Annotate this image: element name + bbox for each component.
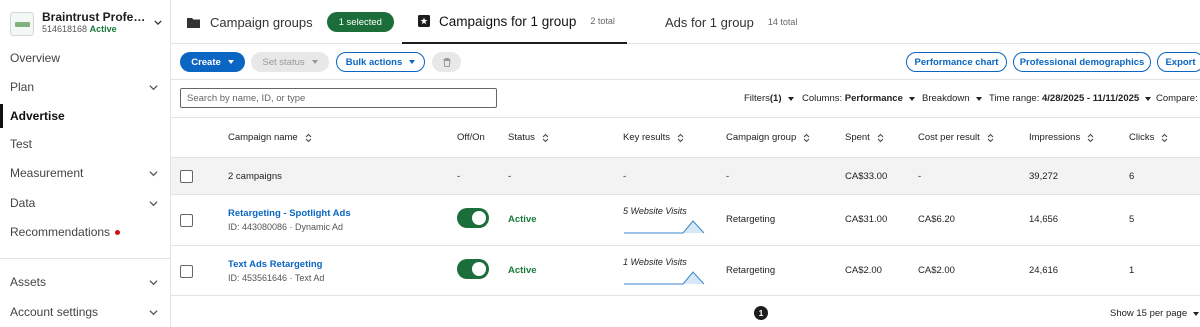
toolbar: Create Set status Bulk actions Performan… [171,44,1200,80]
row-checkbox[interactable] [180,214,193,227]
caret-down-icon [1145,96,1152,101]
status-badge: Active [508,265,537,276]
col-clicks[interactable]: Clicks [1129,132,1168,143]
notification-dot-icon [115,229,121,235]
nav-test[interactable]: Test [0,132,170,156]
key-results-text: 1 Website Visits [623,257,687,267]
table-header: Campaign name Off/On Status Key results … [171,117,1200,157]
sort-icon [877,133,884,142]
campaign-toggle[interactable] [457,259,489,279]
nav-recommendations[interactable]: Recommendations [0,220,170,244]
row-checkbox[interactable] [180,265,193,278]
nav-assets[interactable]: Assets [0,270,170,294]
nav-data[interactable]: Data [0,191,170,215]
tab-ads[interactable]: Ads for 1 group 14 total [665,0,797,44]
nav-overview[interactable]: Overview [0,46,170,70]
campaign-group-cell: Retargeting [726,214,776,225]
account-status: Active [89,24,117,34]
compare-dropdown[interactable]: Compare: [1156,93,1198,104]
summary-impressions: 39,272 [1029,171,1059,182]
summary-clicks: 6 [1129,171,1135,182]
sidebar: Braintrust Professi... 514618168 Active … [0,0,171,327]
tab-campaign-groups[interactable]: Campaign groups 1 selected [187,0,394,44]
create-button[interactable]: Create [180,52,245,72]
filter-row: Filters(1) Columns: Performance Breakdow… [171,80,1200,117]
nav-plan[interactable]: Plan [0,75,170,99]
caret-down-icon [227,60,234,64]
page-1-button[interactable]: 1 [754,306,768,320]
filters-dropdown[interactable]: Filters (1) [744,93,794,104]
trash-icon [443,57,450,67]
chevron-down-icon [149,280,158,286]
col-off-on: Off/On [457,132,485,143]
campaign-name-link[interactable]: Text Ads Retargeting [228,259,323,270]
account-logo [10,12,34,36]
summary-row: 2 campaigns - - - - CA$33.00 - 39,272 6 [171,157,1200,194]
set-status-button[interactable]: Set status [251,52,329,72]
chevron-down-icon [149,201,158,207]
nav-account-settings[interactable]: Account settings [0,300,170,324]
performance-chart-button[interactable]: Performance chart [906,52,1007,72]
select-all-checkbox[interactable] [180,170,193,183]
campaign-toggle[interactable] [457,208,489,228]
delete-button[interactable] [432,52,461,72]
status-badge: Active [508,214,537,225]
bulk-actions-button[interactable]: Bulk actions [336,52,425,72]
chevron-down-icon [149,310,158,316]
key-results-sparkline [624,271,705,285]
nav-advertise[interactable]: Advertise [0,104,170,128]
sidebar-divider [0,258,170,259]
nav-measurement[interactable]: Measurement [0,161,170,185]
export-button[interactable]: Export [1157,52,1200,72]
sort-icon [987,133,994,142]
account-switcher[interactable]: Braintrust Professi... 514618168 Active [10,10,162,40]
professional-demographics-button[interactable]: Professional demographics [1013,52,1151,72]
sort-icon [677,133,684,142]
caret-down-icon [311,60,318,64]
folder-icon [187,17,200,28]
col-cost-per-result[interactable]: Cost per result [918,132,994,143]
time-range-dropdown[interactable]: Time range: 4/28/2025 - 11/11/2025 [989,93,1152,104]
sort-icon [1161,133,1168,142]
key-results-text: 5 Website Visits [623,206,687,216]
summary-name: 2 campaigns [228,171,282,182]
caret-down-icon [787,96,794,101]
campaign-group-cell: Retargeting [726,265,776,276]
chevron-down-icon[interactable] [154,18,162,27]
table-row: Text Ads Retargeting ID: 453561646 · Tex… [171,245,1200,296]
campaign-meta: ID: 453561646 · Text Ad [228,273,325,283]
tab-campaigns[interactable]: Campaigns for 1 group 2 total [402,0,627,44]
breakdown-dropdown[interactable]: Breakdown [922,93,982,104]
table-row: Retargeting - Spotlight Ads ID: 44308008… [171,194,1200,245]
chevron-down-icon [149,85,158,91]
selected-count-badge[interactable]: 1 selected [326,12,394,32]
campaign-icon [418,15,430,27]
per-page-dropdown[interactable]: Show 15 per page [1110,308,1200,319]
sort-icon [305,133,312,142]
sort-icon [803,133,810,142]
level-tabs: Campaign groups 1 selected Campaigns for… [171,0,1200,44]
chevron-down-icon [149,171,158,177]
key-results-sparkline [624,220,705,234]
summary-spent: CA$33.00 [845,171,888,182]
campaign-meta: ID: 443080086 · Dynamic Ad [228,222,344,232]
account-name: Braintrust Professi... [42,10,150,24]
columns-dropdown[interactable]: Columns: Performance [802,93,915,104]
col-impressions[interactable]: Impressions [1029,132,1094,143]
sort-icon [1087,133,1094,142]
caret-down-icon [975,96,982,101]
search-input[interactable] [180,88,497,108]
sort-icon [542,133,549,142]
col-key-results[interactable]: Key results [623,132,684,143]
caret-down-icon [1193,311,1200,316]
caret-down-icon [409,60,416,64]
campaign-name-link[interactable]: Retargeting - Spotlight Ads [228,208,351,219]
col-campaign-name[interactable]: Campaign name [228,132,312,143]
account-id: 514618168 [42,24,88,34]
col-campaign-group[interactable]: Campaign group [726,132,810,143]
col-status[interactable]: Status [508,132,549,143]
caret-down-icon [908,96,915,101]
col-spent[interactable]: Spent [845,132,884,143]
